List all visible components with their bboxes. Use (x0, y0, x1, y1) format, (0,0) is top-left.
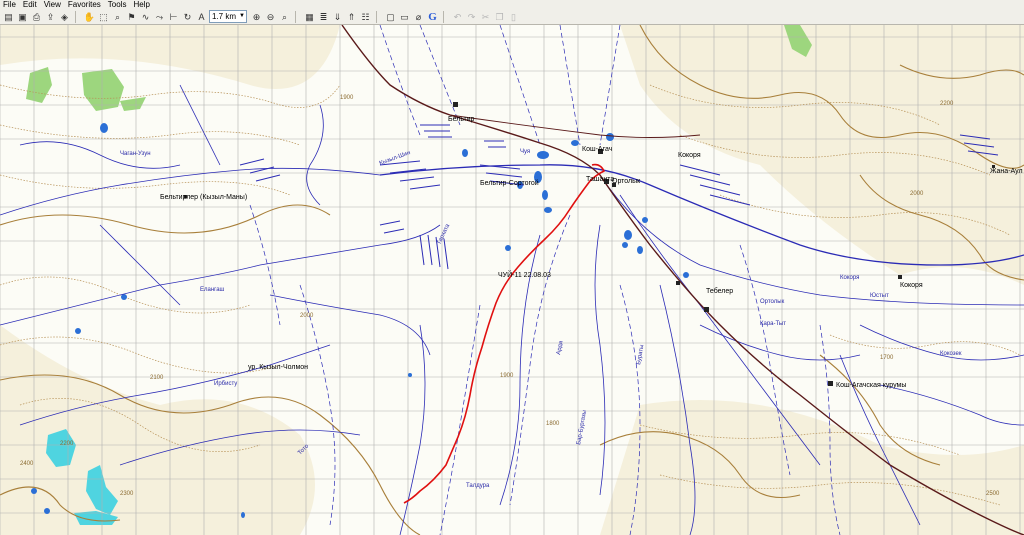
gps-send-icon[interactable]: ⇑ (345, 11, 358, 23)
document-icon[interactable]: ▭ (398, 11, 411, 23)
menu-item-favorites[interactable]: Favorites (65, 0, 105, 9)
settlement-label: Ортолык (612, 178, 641, 185)
settlement-label: Бельтир-Сортогой (480, 179, 539, 187)
zoom-tool-icon[interactable]: ⌕ (111, 11, 124, 23)
settlement-label: Кош-Агач (582, 146, 613, 153)
zoom-out-icon[interactable]: ⊖ (264, 11, 277, 23)
redo-icon[interactable]: ↷ (465, 11, 478, 23)
select-tool-icon[interactable]: ⬚ (97, 11, 110, 23)
svg-text:Ортолык: Ортолык (760, 299, 785, 305)
svg-text:Елангаш: Елангаш (200, 287, 225, 293)
map-canvas[interactable]: Бельтирлер (Кызыл-Маны) Бельтир Кош-Агач… (0, 25, 1024, 535)
svg-text:Бураты: Бураты (636, 344, 645, 365)
svg-text:Арда: Арда (556, 340, 564, 356)
toolbar-separator (376, 10, 381, 23)
rotate-icon[interactable]: ↻ (181, 11, 194, 23)
waypoint-tool-icon[interactable]: ⚑ (125, 11, 138, 23)
text-tool-icon[interactable]: A (195, 11, 208, 23)
measure-tool-icon[interactable]: ⊢ (167, 11, 180, 23)
settlement-label: Тебелер (706, 287, 733, 295)
track-label: ЧУЙ-11 22.08.03 (498, 270, 551, 279)
zoom-level-select[interactable]: 1.7 km ▼ (209, 10, 247, 23)
svg-text:Ирбисту: Ирбисту (214, 381, 237, 387)
svg-text:Юстыт: Юстыт (870, 293, 889, 299)
settlement-label: Кокоря (900, 282, 923, 289)
svg-text:2000: 2000 (910, 191, 924, 197)
svg-text:2200: 2200 (60, 441, 74, 447)
settlement-label: Ташанта (586, 176, 614, 183)
terrain-shading (0, 25, 1024, 535)
settlement-label: Кокоря (678, 152, 701, 159)
settlement-label: Жана-Аул (990, 168, 1023, 175)
svg-text:Кокозек: Кокозек (940, 351, 962, 357)
svg-text:1700: 1700 (880, 355, 894, 361)
page-icon[interactable]: ▢ (384, 11, 397, 23)
copy-icon[interactable]: ❐ (493, 11, 506, 23)
svg-text:1900: 1900 (500, 373, 514, 379)
svg-text:2400: 2400 (20, 461, 34, 467)
route-tool-icon[interactable]: ⤳ (153, 11, 166, 23)
menu-item-file[interactable]: File (0, 0, 20, 9)
settlement-label: Бельтирлер (Кызыл-Маны) (160, 194, 247, 201)
svg-text:2300: 2300 (120, 491, 134, 497)
menu-bar: File Edit View Favorites Tools Help (0, 0, 1024, 9)
svg-text:1800: 1800 (546, 421, 560, 427)
svg-text:2000: 2000 (300, 313, 314, 319)
track-tool-icon[interactable]: ∿ (139, 11, 152, 23)
settlement-label: Бельтир (448, 116, 475, 123)
chevron-down-icon: ▼ (239, 13, 245, 19)
undo-icon[interactable]: ↶ (451, 11, 464, 23)
svg-text:2200: 2200 (940, 101, 954, 107)
svg-text:Кызыл-Шин: Кызыл-Шин (379, 150, 412, 167)
print-icon[interactable]: ⎙ (30, 11, 43, 23)
paste-icon[interactable]: ▯ (507, 11, 520, 23)
svg-text:Кара-Тыт: Кара-Тыт (760, 321, 786, 327)
toolbar-separator (75, 10, 80, 23)
menu-item-edit[interactable]: Edit (20, 0, 41, 9)
settlement-label: Кош-Агачская курумы (836, 382, 906, 389)
gps-track (403, 163, 606, 504)
settlement-label: ур. Кызыл-Чолмон (248, 364, 308, 371)
attach-icon[interactable]: ⌀ (412, 11, 425, 23)
export-icon[interactable]: ⇪ (44, 11, 57, 23)
cut-icon[interactable]: ✂ (479, 11, 492, 23)
gps-receive-icon[interactable]: ⇓ (331, 11, 344, 23)
save-icon[interactable]: ▣ (16, 11, 29, 23)
layers-icon[interactable]: ≣ (317, 11, 330, 23)
find-icon[interactable]: ⌕ (278, 11, 291, 23)
toolbar: ▤ ▣ ⎙ ⇪ ◈ ✋ ⬚ ⌕ ⚑ ∿ ⤳ ⊢ ↻ A 1.7 km ▼ ⊕ ⊖ … (0, 9, 1024, 25)
zoom-in-icon[interactable]: ⊕ (250, 11, 263, 23)
properties-icon[interactable]: ☷ (359, 11, 372, 23)
topographic-map[interactable]: Бельтирлер (Кызыл-Маны) Бельтир Кош-Агач… (0, 25, 1024, 535)
google-icon[interactable]: G (426, 11, 439, 23)
gps-icon[interactable]: ◈ (58, 11, 71, 23)
toolbar-separator (443, 10, 448, 23)
svg-text:Талдура: Талдура (466, 483, 490, 489)
svg-text:Чуя: Чуя (520, 149, 530, 155)
grid-icon[interactable]: ▦ (303, 11, 316, 23)
menu-item-help[interactable]: Help (130, 0, 153, 9)
toolbar-separator (295, 10, 300, 23)
hand-tool-icon[interactable]: ✋ (83, 11, 96, 23)
svg-text:2500: 2500 (986, 491, 1000, 497)
open-icon[interactable]: ▤ (2, 11, 15, 23)
menu-item-view[interactable]: View (41, 0, 65, 9)
svg-text:1900: 1900 (340, 95, 354, 101)
svg-text:Чаган-Узун: Чаган-Узун (120, 151, 151, 157)
svg-text:Кокоря: Кокоря (840, 275, 859, 281)
svg-text:2100: 2100 (150, 375, 164, 381)
menu-item-tools[interactable]: Tools (105, 0, 131, 9)
zoom-level-value: 1.7 km (212, 12, 237, 21)
